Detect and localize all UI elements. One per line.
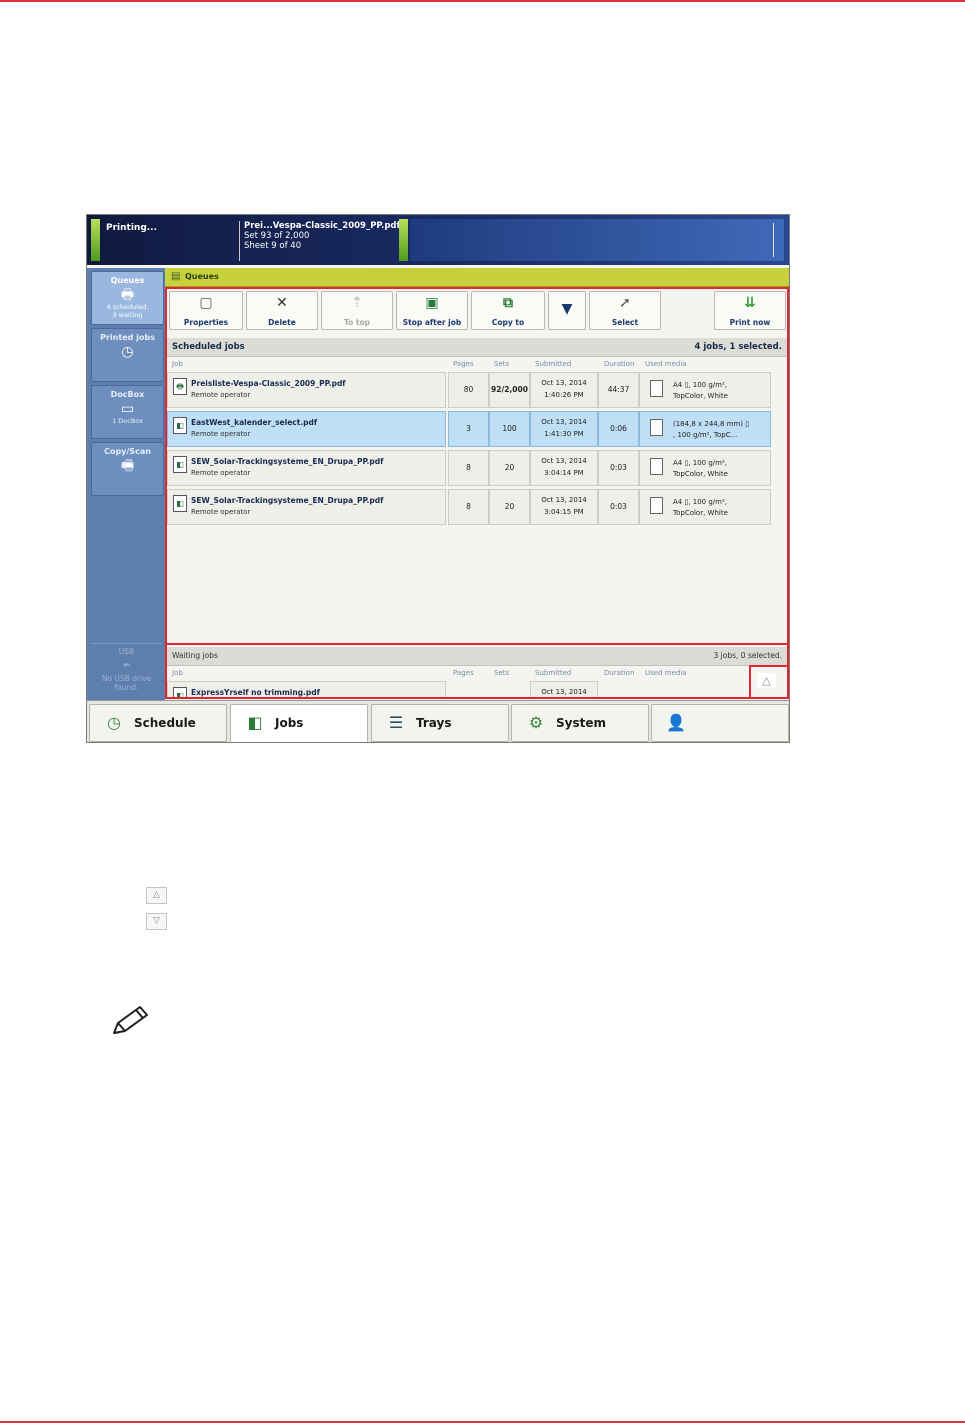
left-navigation: Queues 🖶 4 scheduled, 3 waiting Printed … xyxy=(87,268,165,700)
nav-copyscan-label: Copy/Scan xyxy=(104,447,151,456)
tab-jobs[interactable]: ◧ Jobs xyxy=(230,704,368,742)
nav-queues-waiting: 3 waiting xyxy=(112,311,143,319)
header-message-area xyxy=(410,219,784,261)
progress-indicator-strip xyxy=(399,219,408,261)
clock-icon: ◷ xyxy=(107,713,121,732)
tab-user[interactable]: 👤 xyxy=(651,704,789,742)
nav-usb: USB ⌁ No USB drive found. xyxy=(91,643,162,694)
nav-docbox[interactable]: DocBox ▭ 1 DocBox xyxy=(91,385,164,439)
history-icon: ◷ xyxy=(121,344,134,360)
nav-usb-status: No USB drive found. xyxy=(101,674,152,692)
current-job-set: Set 93 of 2,000 xyxy=(244,231,310,241)
nav-printed-jobs[interactable]: Printed jobs ◷ xyxy=(91,328,164,382)
status-indicator-strip xyxy=(91,219,100,261)
queues-icon: ▤ xyxy=(171,271,181,282)
nav-printed-label: Printed jobs xyxy=(100,333,155,342)
tab-trays-label: Trays xyxy=(416,716,452,730)
tab-trays[interactable]: ☰ Trays xyxy=(371,704,509,742)
nav-copy-scan[interactable]: Copy/Scan 🖷 xyxy=(91,442,164,496)
gears-icon: ⚙ xyxy=(528,713,544,732)
current-job-info[interactable]: Prei...Vespa-Classic_2009_PP.pdf Set 93 … xyxy=(244,221,400,251)
nav-usb-label: USB xyxy=(118,647,135,656)
printer-status: Printing... xyxy=(106,223,158,233)
scheduled-jobs-highlight xyxy=(165,287,789,645)
usb-icon: ⌁ xyxy=(122,657,131,673)
tab-schedule-label: Schedule xyxy=(134,716,196,730)
bottom-tab-bar: ◷ Schedule ◧ Jobs ☰ Trays ⚙ System 👤 xyxy=(87,700,789,742)
trays-icon: ☰ xyxy=(388,713,404,732)
scanner-icon: 🖷 xyxy=(120,458,135,474)
nav-docbox-label: DocBox xyxy=(110,390,145,399)
user-key-icon: 👤 xyxy=(666,713,686,732)
bottom-border-line xyxy=(0,1421,965,1423)
tab-schedule[interactable]: ◷ Schedule xyxy=(89,704,227,742)
current-job-title: Prei...Vespa-Classic_2009_PP.pdf xyxy=(244,221,401,231)
document-icon: ◧ xyxy=(247,713,263,732)
folder-icon: ▭ xyxy=(120,401,135,417)
pencil-note-icon xyxy=(113,1006,148,1034)
status-header: Printing... Prei...Vespa-Classic_2009_PP… xyxy=(87,215,789,265)
nav-docbox-count: 1 DocBox xyxy=(112,417,143,425)
top-border-line xyxy=(0,0,965,2)
tab-jobs-label: Jobs xyxy=(275,716,304,730)
queues-title-bar: ▤ Queues xyxy=(165,268,789,287)
tab-system-label: System xyxy=(556,716,606,730)
printer-icon: 🖶 xyxy=(120,287,135,303)
waiting-jobs-highlight xyxy=(165,643,789,699)
expand-button-highlight xyxy=(749,665,789,699)
tab-system[interactable]: ⚙ System xyxy=(511,704,649,742)
nav-queues[interactable]: Queues 🖶 4 scheduled, 3 waiting xyxy=(91,271,164,325)
nav-queues-scheduled: 4 scheduled, xyxy=(106,303,149,311)
queues-title: Queues xyxy=(185,272,219,281)
printer-control-panel: Printing... Prei...Vespa-Classic_2009_PP… xyxy=(86,214,790,743)
scroll-down-icon: ▽ xyxy=(146,913,167,930)
queues-content: ▤ Queues ▢ Properties ✕ Delete ⇡ To top … xyxy=(165,268,789,700)
nav-queues-label: Queues xyxy=(110,276,145,285)
header-divider xyxy=(239,221,240,261)
scroll-up-icon: △ xyxy=(146,887,167,904)
current-job-sheet: Sheet 9 of 40 xyxy=(244,241,302,251)
